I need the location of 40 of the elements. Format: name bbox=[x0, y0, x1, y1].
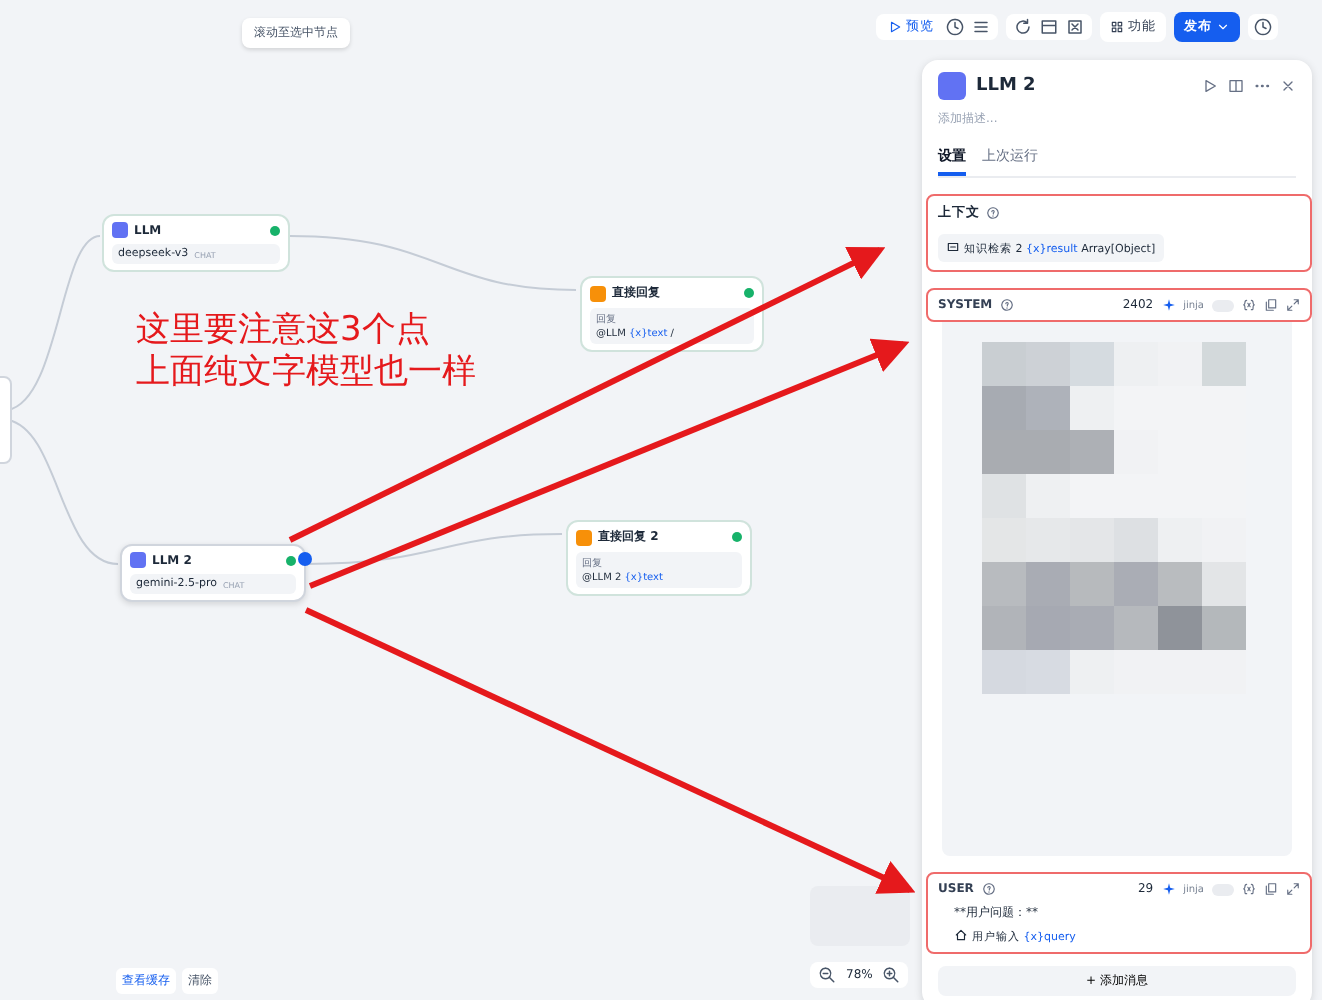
success-icon bbox=[744, 288, 754, 298]
variable-icon[interactable] bbox=[1242, 882, 1256, 896]
expand-icon[interactable] bbox=[1286, 298, 1300, 312]
caret-icon bbox=[1216, 20, 1230, 34]
grid-icon bbox=[1110, 20, 1124, 34]
answer-icon bbox=[590, 285, 606, 301]
box-x-icon[interactable] bbox=[1066, 18, 1084, 36]
zoom-in-icon[interactable] bbox=[882, 966, 901, 984]
success-icon bbox=[270, 225, 280, 235]
success-icon bbox=[286, 555, 296, 565]
refresh-icon[interactable] bbox=[1014, 18, 1032, 36]
llm-icon bbox=[112, 222, 128, 238]
minimap[interactable] bbox=[810, 886, 910, 946]
split-view-icon[interactable] bbox=[1228, 78, 1244, 94]
llm-icon bbox=[938, 72, 966, 100]
help-icon bbox=[986, 206, 1000, 220]
close-icon[interactable] bbox=[1280, 78, 1296, 94]
help-icon bbox=[1000, 298, 1015, 312]
panel-title: LLM 2 bbox=[976, 76, 1038, 96]
llm-icon bbox=[130, 552, 146, 568]
list-icon[interactable] bbox=[972, 18, 990, 36]
help-icon bbox=[981, 882, 996, 896]
sparkle-icon[interactable] bbox=[1161, 882, 1176, 896]
sparkle-icon[interactable] bbox=[1161, 298, 1176, 312]
add-handle-icon[interactable] bbox=[298, 552, 312, 566]
panel-icon[interactable] bbox=[1040, 18, 1058, 36]
success-icon bbox=[732, 532, 742, 542]
play-icon bbox=[888, 20, 902, 34]
copy-icon[interactable] bbox=[1264, 298, 1278, 312]
answer-icon bbox=[576, 529, 592, 545]
expand-icon[interactable] bbox=[1286, 882, 1300, 896]
annotation-text: 这里要注意这3个点 上面纯文字模型也一样 bbox=[136, 310, 476, 394]
house-icon bbox=[954, 928, 968, 942]
run-icon[interactable] bbox=[1202, 78, 1218, 94]
variable-icon[interactable] bbox=[1242, 298, 1256, 312]
history-icon[interactable] bbox=[1254, 18, 1272, 36]
zoom-out-icon[interactable] bbox=[818, 966, 836, 984]
clock-icon[interactable] bbox=[946, 18, 964, 36]
knowledge-icon bbox=[946, 240, 960, 254]
copy-icon[interactable] bbox=[1264, 882, 1278, 896]
